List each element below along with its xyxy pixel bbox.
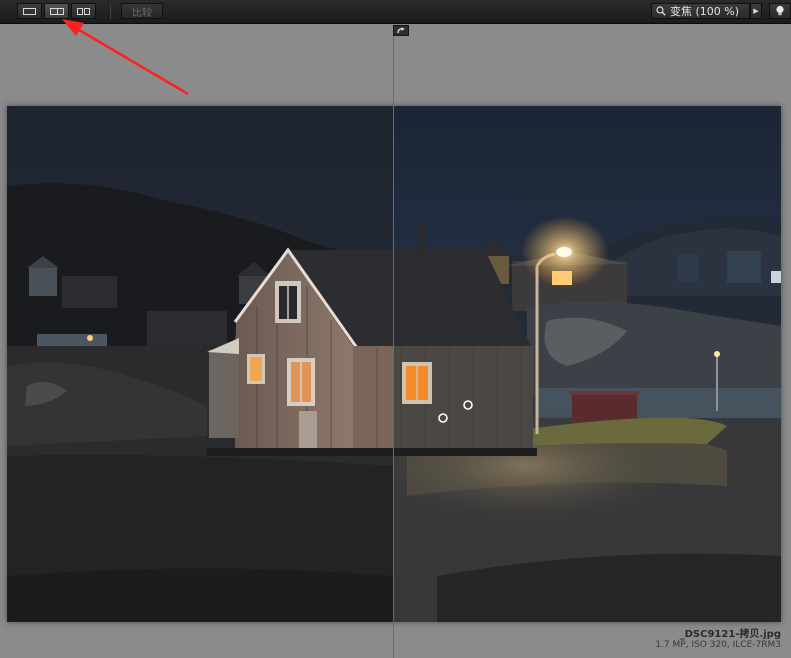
toolbar-separator [110, 4, 111, 19]
lightbulb-icon [776, 5, 784, 16]
split-divider[interactable] [393, 36, 394, 658]
zoom-menu-arrow[interactable]: ▶ [750, 3, 762, 19]
file-metadata: 1.7 MP, ISO 320, ILCE-7RM3 [655, 640, 781, 650]
split-view-button[interactable] [44, 3, 69, 19]
zoom-select[interactable]: 变焦 (100 %) [651, 3, 750, 19]
side-by-side-view-button[interactable] [71, 3, 96, 19]
side-by-side-icon [77, 7, 90, 15]
magnifier-icon [656, 6, 666, 16]
photo-canvas[interactable] [7, 106, 781, 622]
file-name: _DSC9121-拷贝.jpg [679, 629, 781, 640]
top-toolbar: 比较 变焦 (100 %) ▶ [0, 0, 791, 24]
lightbulb-button[interactable] [769, 3, 791, 19]
triangle-right-icon: ▶ [753, 7, 759, 15]
single-pane-icon [23, 7, 36, 15]
compare-button[interactable]: 比较 [121, 3, 163, 19]
single-view-button[interactable] [17, 3, 42, 19]
split-pane-icon [49, 7, 64, 15]
zoom-label: 变焦 (100 %) [670, 5, 740, 18]
night-house-photo [7, 106, 781, 622]
curved-arrow-icon [397, 26, 405, 33]
swap-sides-button[interactable] [393, 25, 409, 36]
